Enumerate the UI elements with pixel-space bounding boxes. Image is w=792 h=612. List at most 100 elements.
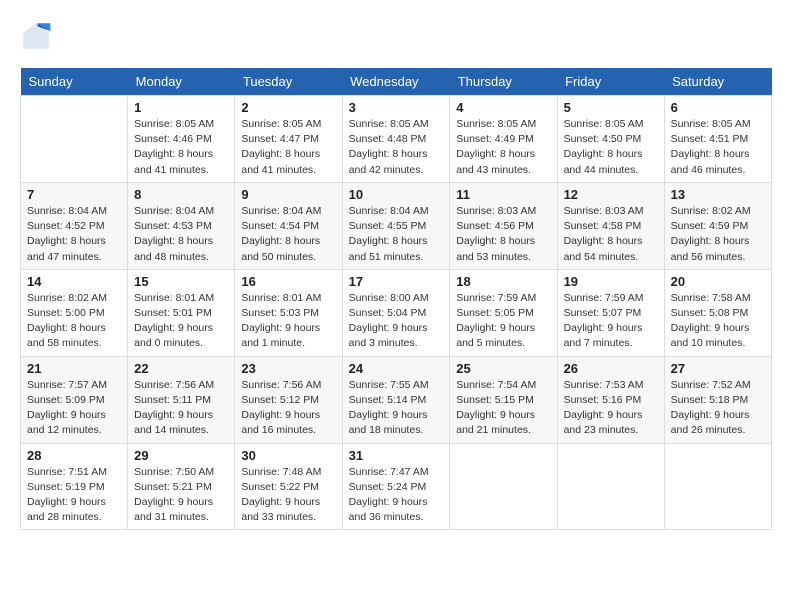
day-info: Sunrise: 8:05 AMSunset: 4:49 PMDaylight:… bbox=[456, 117, 550, 178]
day-cell: 4 Sunrise: 8:05 AMSunset: 4:49 PMDaylight… bbox=[450, 96, 557, 183]
column-header-thursday: Thursday bbox=[450, 68, 557, 96]
column-header-sunday: Sunday bbox=[21, 68, 128, 96]
day-info: Sunrise: 8:04 AMSunset: 4:52 PMDaylight:… bbox=[27, 204, 121, 265]
day-cell bbox=[450, 443, 557, 530]
day-number: 24 bbox=[349, 361, 444, 376]
day-cell: 9 Sunrise: 8:04 AMSunset: 4:54 PMDaylight… bbox=[235, 182, 342, 269]
day-cell: 24Sunrise: 7:55 AMSunset: 5:14 PMDayligh… bbox=[342, 356, 450, 443]
day-number: 16 bbox=[241, 274, 335, 289]
day-info: Sunrise: 8:03 AMSunset: 4:56 PMDaylight:… bbox=[456, 204, 550, 265]
day-number: 17 bbox=[349, 274, 444, 289]
day-info: Sunrise: 8:02 AMSunset: 4:59 PMDaylight:… bbox=[671, 204, 765, 265]
day-number: 19 bbox=[564, 274, 658, 289]
day-info: Sunrise: 8:00 AMSunset: 5:04 PMDaylight:… bbox=[349, 291, 444, 352]
day-number: 25 bbox=[456, 361, 550, 376]
day-number: 14 bbox=[27, 274, 121, 289]
day-cell: 2Sunrise: 8:05 AMSunset: 4:47 PMDaylight… bbox=[235, 96, 342, 183]
day-cell: 15Sunrise: 8:01 AMSunset: 5:01 PMDayligh… bbox=[128, 269, 235, 356]
day-info: Sunrise: 7:53 AMSunset: 5:16 PMDaylight:… bbox=[564, 378, 658, 439]
day-cell: 30 Sunrise: 7:48 AMSunset: 5:22 PMDayligh… bbox=[235, 443, 342, 530]
day-cell: 7 Sunrise: 8:04 AMSunset: 4:52 PMDaylight… bbox=[21, 182, 128, 269]
day-info: Sunrise: 7:56 AMSunset: 5:12 PMDaylight:… bbox=[241, 378, 335, 439]
day-number: 4 bbox=[456, 100, 550, 115]
day-info: Sunrise: 8:04 AMSunset: 4:53 PMDaylight:… bbox=[134, 204, 228, 265]
day-info: Sunrise: 8:05 AMSunset: 4:47 PMDaylight:… bbox=[241, 117, 335, 178]
column-header-tuesday: Tuesday bbox=[235, 68, 342, 96]
day-number: 3 bbox=[349, 100, 444, 115]
day-number: 11 bbox=[456, 187, 550, 202]
day-info: Sunrise: 8:04 AMSunset: 4:55 PMDaylight:… bbox=[349, 204, 444, 265]
day-cell: 22 Sunrise: 7:56 AMSunset: 5:11 PMDayligh… bbox=[128, 356, 235, 443]
day-info: Sunrise: 8:03 AMSunset: 4:58 PMDaylight:… bbox=[564, 204, 658, 265]
day-number: 20 bbox=[671, 274, 765, 289]
day-info: Sunrise: 8:04 AMSunset: 4:54 PMDaylight:… bbox=[241, 204, 335, 265]
day-info: Sunrise: 8:05 AMSunset: 4:51 PMDaylight:… bbox=[671, 117, 765, 178]
day-number: 18 bbox=[456, 274, 550, 289]
calendar-table: SundayMondayTuesdayWednesdayThursdayFrid… bbox=[20, 68, 772, 530]
day-cell: 14 Sunrise: 8:02 AMSunset: 5:00 PMDayligh… bbox=[21, 269, 128, 356]
day-cell bbox=[664, 443, 771, 530]
day-cell: 26Sunrise: 7:53 AMSunset: 5:16 PMDayligh… bbox=[557, 356, 664, 443]
day-info: Sunrise: 8:05 AMSunset: 4:50 PMDaylight:… bbox=[564, 117, 658, 178]
day-info: Sunrise: 7:54 AMSunset: 5:15 PMDaylight:… bbox=[456, 378, 550, 439]
day-info: Sunrise: 7:48 AMSunset: 5:22 PMDaylight:… bbox=[241, 465, 335, 526]
day-number: 12 bbox=[564, 187, 658, 202]
day-number: 1 bbox=[134, 100, 228, 115]
day-cell: 5 Sunrise: 8:05 AMSunset: 4:50 PMDaylight… bbox=[557, 96, 664, 183]
day-cell: 10Sunrise: 8:04 AMSunset: 4:55 PMDayligh… bbox=[342, 182, 450, 269]
day-number: 8 bbox=[134, 187, 228, 202]
day-number: 15 bbox=[134, 274, 228, 289]
day-cell bbox=[557, 443, 664, 530]
day-info: Sunrise: 7:57 AMSunset: 5:09 PMDaylight:… bbox=[27, 378, 121, 439]
header-row: SundayMondayTuesdayWednesdayThursdayFrid… bbox=[21, 68, 772, 96]
day-cell: 11 Sunrise: 8:03 AMSunset: 4:56 PMDayligh… bbox=[450, 182, 557, 269]
logo-icon bbox=[20, 20, 52, 52]
column-header-saturday: Saturday bbox=[664, 68, 771, 96]
day-number: 13 bbox=[671, 187, 765, 202]
day-cell: 28Sunrise: 7:51 AMSunset: 5:19 PMDayligh… bbox=[21, 443, 128, 530]
day-cell: 23 Sunrise: 7:56 AMSunset: 5:12 PMDayligh… bbox=[235, 356, 342, 443]
column-header-friday: Friday bbox=[557, 68, 664, 96]
day-info: Sunrise: 8:02 AMSunset: 5:00 PMDaylight:… bbox=[27, 291, 121, 352]
day-number: 6 bbox=[671, 100, 765, 115]
week-row-3: 14 Sunrise: 8:02 AMSunset: 5:00 PMDayligh… bbox=[21, 269, 772, 356]
day-info: Sunrise: 8:05 AMSunset: 4:46 PMDaylight:… bbox=[134, 117, 228, 178]
week-row-5: 28Sunrise: 7:51 AMSunset: 5:19 PMDayligh… bbox=[21, 443, 772, 530]
day-cell: 31 Sunrise: 7:47 AMSunset: 5:24 PMDayligh… bbox=[342, 443, 450, 530]
day-cell: 19 Sunrise: 7:59 AMSunset: 5:07 PMDayligh… bbox=[557, 269, 664, 356]
calendar-header: SundayMondayTuesdayWednesdayThursdayFrid… bbox=[21, 68, 772, 96]
day-info: Sunrise: 7:56 AMSunset: 5:11 PMDaylight:… bbox=[134, 378, 228, 439]
day-info: Sunrise: 7:58 AMSunset: 5:08 PMDaylight:… bbox=[671, 291, 765, 352]
day-cell: 18Sunrise: 7:59 AMSunset: 5:05 PMDayligh… bbox=[450, 269, 557, 356]
day-cell: 6 Sunrise: 8:05 AMSunset: 4:51 PMDaylight… bbox=[664, 96, 771, 183]
day-cell: 21 Sunrise: 7:57 AMSunset: 5:09 PMDayligh… bbox=[21, 356, 128, 443]
day-cell: 29Sunrise: 7:50 AMSunset: 5:21 PMDayligh… bbox=[128, 443, 235, 530]
day-number: 21 bbox=[27, 361, 121, 376]
column-header-monday: Monday bbox=[128, 68, 235, 96]
day-cell: 8 Sunrise: 8:04 AMSunset: 4:53 PMDaylight… bbox=[128, 182, 235, 269]
day-cell: 27 Sunrise: 7:52 AMSunset: 5:18 PMDayligh… bbox=[664, 356, 771, 443]
day-number: 29 bbox=[134, 448, 228, 463]
week-row-2: 7 Sunrise: 8:04 AMSunset: 4:52 PMDaylight… bbox=[21, 182, 772, 269]
day-number: 9 bbox=[241, 187, 335, 202]
calendar-body: 1 Sunrise: 8:05 AMSunset: 4:46 PMDaylight… bbox=[21, 96, 772, 530]
day-info: Sunrise: 7:52 AMSunset: 5:18 PMDaylight:… bbox=[671, 378, 765, 439]
day-number: 30 bbox=[241, 448, 335, 463]
day-cell: 25 Sunrise: 7:54 AMSunset: 5:15 PMDayligh… bbox=[450, 356, 557, 443]
day-number: 27 bbox=[671, 361, 765, 376]
day-number: 5 bbox=[564, 100, 658, 115]
day-cell: 13 Sunrise: 8:02 AMSunset: 4:59 PMDayligh… bbox=[664, 182, 771, 269]
day-info: Sunrise: 8:05 AMSunset: 4:48 PMDaylight:… bbox=[349, 117, 444, 178]
day-info: Sunrise: 7:59 AMSunset: 5:07 PMDaylight:… bbox=[564, 291, 658, 352]
day-number: 23 bbox=[241, 361, 335, 376]
column-header-wednesday: Wednesday bbox=[342, 68, 450, 96]
day-number: 7 bbox=[27, 187, 121, 202]
day-info: Sunrise: 7:47 AMSunset: 5:24 PMDaylight:… bbox=[349, 465, 444, 526]
day-number: 22 bbox=[134, 361, 228, 376]
day-cell: 20 Sunrise: 7:58 AMSunset: 5:08 PMDayligh… bbox=[664, 269, 771, 356]
day-cell: 12 Sunrise: 8:03 AMSunset: 4:58 PMDayligh… bbox=[557, 182, 664, 269]
day-number: 31 bbox=[349, 448, 444, 463]
day-info: Sunrise: 8:01 AMSunset: 5:03 PMDaylight:… bbox=[241, 291, 335, 352]
week-row-1: 1 Sunrise: 8:05 AMSunset: 4:46 PMDaylight… bbox=[21, 96, 772, 183]
logo bbox=[20, 20, 56, 52]
